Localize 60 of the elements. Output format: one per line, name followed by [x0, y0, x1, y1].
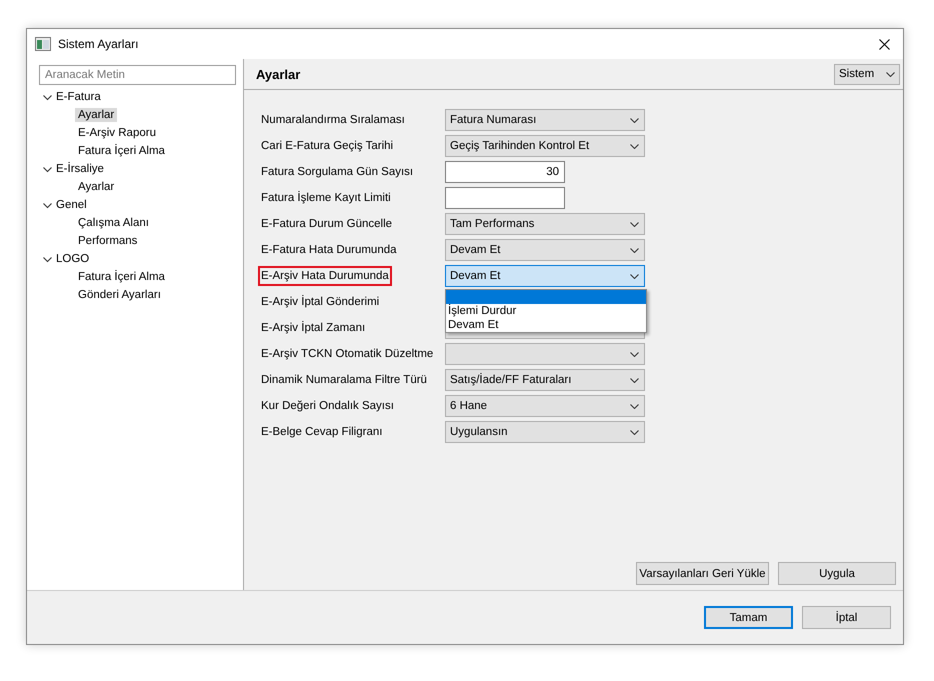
tree-item[interactable]: Çalışma Alanı: [75, 216, 152, 230]
tree-item[interactable]: Performans: [75, 234, 140, 248]
dropdown-option[interactable]: İşlemi Durdur: [446, 304, 646, 318]
chevron-down-icon: [630, 378, 639, 382]
setting-label: E-Arşiv İptal Gönderimi: [260, 294, 380, 310]
dropdown-option[interactable]: Devam Et: [446, 318, 646, 332]
dropdown[interactable]: Tam Performans: [445, 213, 645, 235]
tree-item[interactable]: E-Fatura: [56, 91, 101, 103]
dropdown[interactable]: Satış/İade/FF Faturaları: [445, 369, 645, 391]
number-field[interactable]: 30: [445, 161, 565, 183]
search-field[interactable]: Aranacak Metin: [39, 65, 236, 85]
chevron-down-icon[interactable]: [43, 200, 52, 210]
tree-item[interactable]: Ayarlar: [75, 108, 118, 122]
chevron-down-icon: [630, 430, 639, 434]
setting-label: Dinamik Numaralama Filtre Türü: [260, 373, 428, 388]
setting-label: E-Arşiv İptal Zamanı: [260, 320, 366, 336]
chevron-down-icon: [630, 144, 639, 148]
chevron-down-icon[interactable]: [43, 92, 52, 102]
restore-defaults-button[interactable]: Varsayılanları Geri Yükle: [636, 562, 769, 585]
setting-label: E-Arşiv TCKN Otomatik Düzeltme: [260, 347, 434, 362]
ok-button[interactable]: Tamam: [704, 606, 793, 629]
tree-item[interactable]: LOGO: [56, 253, 90, 265]
setting-label: E-Fatura Hata Durumunda: [260, 243, 398, 258]
cancel-button[interactable]: İptal: [802, 606, 891, 629]
chevron-down-icon: [886, 72, 895, 76]
chevron-down-icon[interactable]: [43, 164, 52, 174]
tree-item[interactable]: E-İrsaliye: [56, 163, 104, 175]
setting-label: Numaralandırma Sıralaması: [260, 113, 406, 128]
dropdown[interactable]: Fatura Numarası: [445, 109, 645, 131]
tree-item[interactable]: Gönderi Ayarları: [75, 288, 164, 302]
chevron-down-icon: [630, 118, 639, 122]
chevron-down-icon[interactable]: [43, 254, 52, 264]
dropdown[interactable]: Uygulansın: [445, 421, 645, 443]
panel-title: Ayarlar: [256, 66, 300, 82]
dropdown[interactable]: Devam Et: [445, 239, 645, 261]
tree-item[interactable]: Fatura İçeri Alma: [75, 144, 168, 158]
tree-item[interactable]: E-Arşiv Raporu: [75, 126, 159, 140]
chevron-down-icon: [630, 404, 639, 408]
app-icon: [35, 37, 51, 51]
chevron-down-icon: [630, 248, 639, 252]
dropdown[interactable]: 6 Hane: [445, 395, 645, 417]
close-icon[interactable]: [879, 38, 890, 50]
window-title: Sistem Ayarları: [58, 37, 140, 51]
setting-label: Kur Değeri Ondalık Sayısı: [260, 399, 395, 414]
chevron-down-icon: [630, 274, 639, 278]
setting-label: E-Arşiv Hata Durumunda: [258, 266, 392, 286]
setting-label: Fatura Sorgulama Gün Sayısı: [260, 165, 414, 180]
tree-item[interactable]: Ayarlar: [75, 180, 118, 194]
apply-button[interactable]: Uygula: [778, 562, 896, 585]
tree-item[interactable]: Genel: [56, 199, 87, 211]
tree-item[interactable]: Fatura İçeri Alma: [75, 270, 168, 284]
setting-label: Fatura İşleme Kayıt Limiti: [260, 190, 392, 206]
scope-dropdown[interactable]: Sistem: [834, 64, 900, 84]
dropdown[interactable]: Geçiş Tarihinden Kontrol Et: [445, 135, 645, 157]
setting-label: Cari E-Fatura Geçiş Tarihi: [260, 139, 394, 154]
chevron-down-icon: [630, 352, 639, 356]
number-field[interactable]: [445, 187, 565, 209]
setting-label: E-Fatura Durum Güncelle: [260, 217, 394, 232]
chevron-down-icon: [630, 222, 639, 226]
setting-label: E-Belge Cevap Filigranı: [260, 425, 384, 440]
